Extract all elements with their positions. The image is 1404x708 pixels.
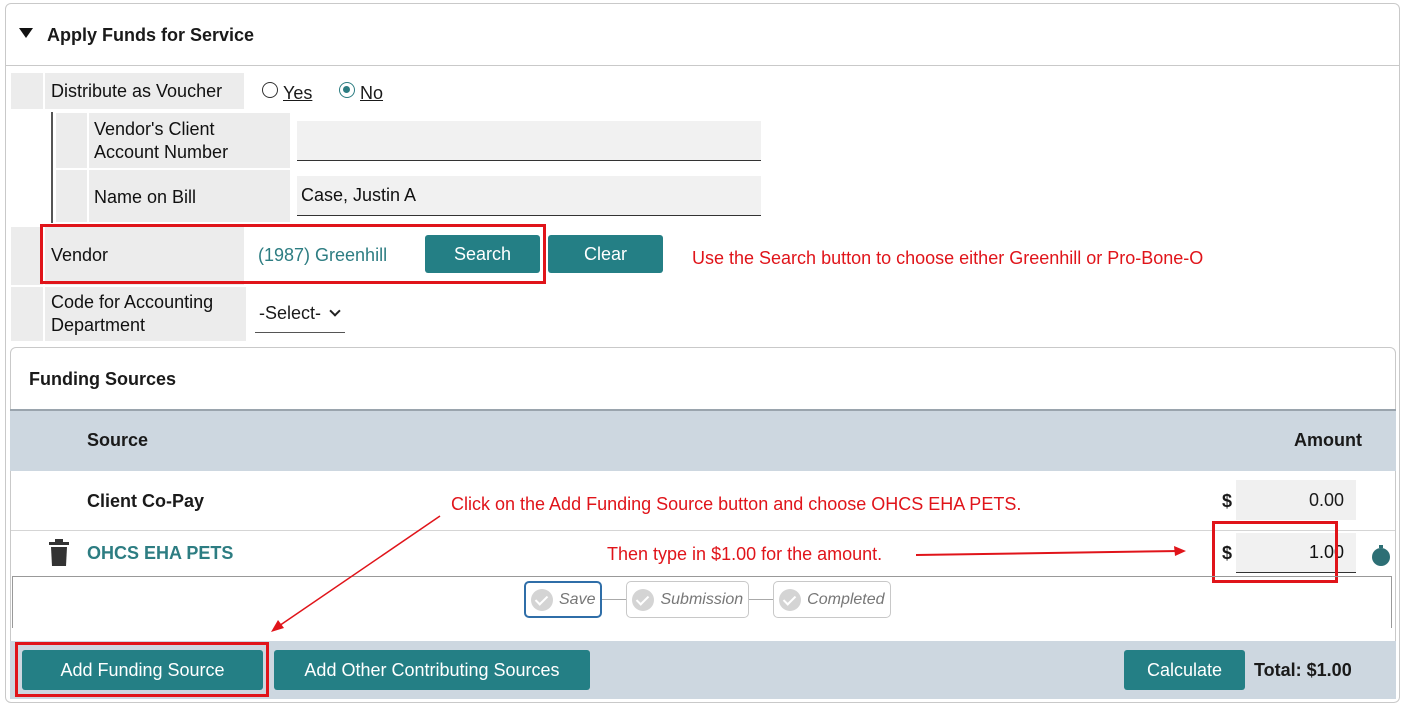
voucher-label: Distribute as Voucher xyxy=(51,81,223,101)
voucher-no-label[interactable]: No xyxy=(360,82,383,104)
amount-highlight-box xyxy=(1212,521,1338,583)
voucher-yes-label[interactable]: Yes xyxy=(283,82,312,104)
add-other-sources-button[interactable]: Add Other Contributing Sources xyxy=(274,650,590,690)
step-connector xyxy=(749,599,774,600)
vendor-client-account-input[interactable] xyxy=(297,121,761,161)
check-icon xyxy=(531,588,553,611)
accounting-label-line2: Department xyxy=(51,315,146,335)
accounting-code-select[interactable]: -Select- xyxy=(255,295,345,333)
step-label: Submission xyxy=(660,590,744,608)
add-source-annotation: Click on the Add Funding Source button a… xyxy=(451,494,1022,514)
accounting-code-selected: -Select- xyxy=(259,303,322,323)
name-on-bill-label: Name on Bill xyxy=(94,187,197,207)
voucher-no-radio[interactable] xyxy=(339,82,355,98)
row-gutter xyxy=(11,73,43,109)
trash-icon[interactable] xyxy=(48,539,70,567)
arrow-right-icon xyxy=(915,546,1186,556)
row-gutter xyxy=(11,287,43,341)
timer-icon[interactable] xyxy=(1371,545,1391,567)
arrow-down-left-icon xyxy=(271,515,441,632)
amount-annotation: Then type in $1.00 for the amount. xyxy=(607,544,883,564)
step-label: Completed xyxy=(807,590,885,608)
vendor-annotation: Use the Search button to choose either G… xyxy=(692,248,1204,268)
step-completed: Completed xyxy=(773,581,891,618)
funding-total: Total: $1.00 xyxy=(1254,660,1352,680)
name-on-bill-input[interactable] xyxy=(297,176,761,216)
step-submission: Submission xyxy=(626,581,750,618)
funding-sources-title: Funding Sources xyxy=(29,369,177,389)
chevron-down-icon xyxy=(329,305,341,317)
step-connector xyxy=(602,599,627,600)
vendor-client-label-line1: Vendor's Client xyxy=(94,119,215,139)
workflow-stepper: Save Submission Completed xyxy=(524,581,891,618)
panel-title: Apply Funds for Service xyxy=(47,25,255,45)
calculate-button[interactable]: Calculate xyxy=(1124,650,1245,690)
funding-row-currency: $ xyxy=(1222,491,1233,511)
col-amount-header: Amount xyxy=(1294,430,1362,450)
add-funding-highlight-box xyxy=(15,642,269,697)
caret-down-icon[interactable] xyxy=(19,28,33,38)
check-icon xyxy=(779,588,802,611)
voucher-yes-radio[interactable] xyxy=(262,82,278,98)
row-divider xyxy=(11,530,1395,531)
funding-row-source: Client Co-Pay xyxy=(87,491,205,511)
vendor-highlight-box xyxy=(40,224,546,284)
funding-table-header xyxy=(10,409,1396,471)
col-source-header: Source xyxy=(87,430,149,450)
step-label: Save xyxy=(559,590,596,608)
row-gutter xyxy=(56,113,87,168)
accounting-label-line1: Code for Accounting xyxy=(51,292,214,312)
row-gutter xyxy=(56,170,87,222)
check-icon xyxy=(632,588,655,611)
row-gutter xyxy=(11,227,43,285)
step-save[interactable]: Save xyxy=(524,581,603,618)
client-copay-amount: 0.00 xyxy=(1236,480,1356,520)
vendor-client-label-line2: Account Number xyxy=(94,142,229,162)
funding-row-source-link[interactable]: OHCS EHA PETS xyxy=(87,542,233,564)
vendor-clear-button[interactable]: Clear xyxy=(548,235,663,273)
tree-connector xyxy=(51,112,53,223)
